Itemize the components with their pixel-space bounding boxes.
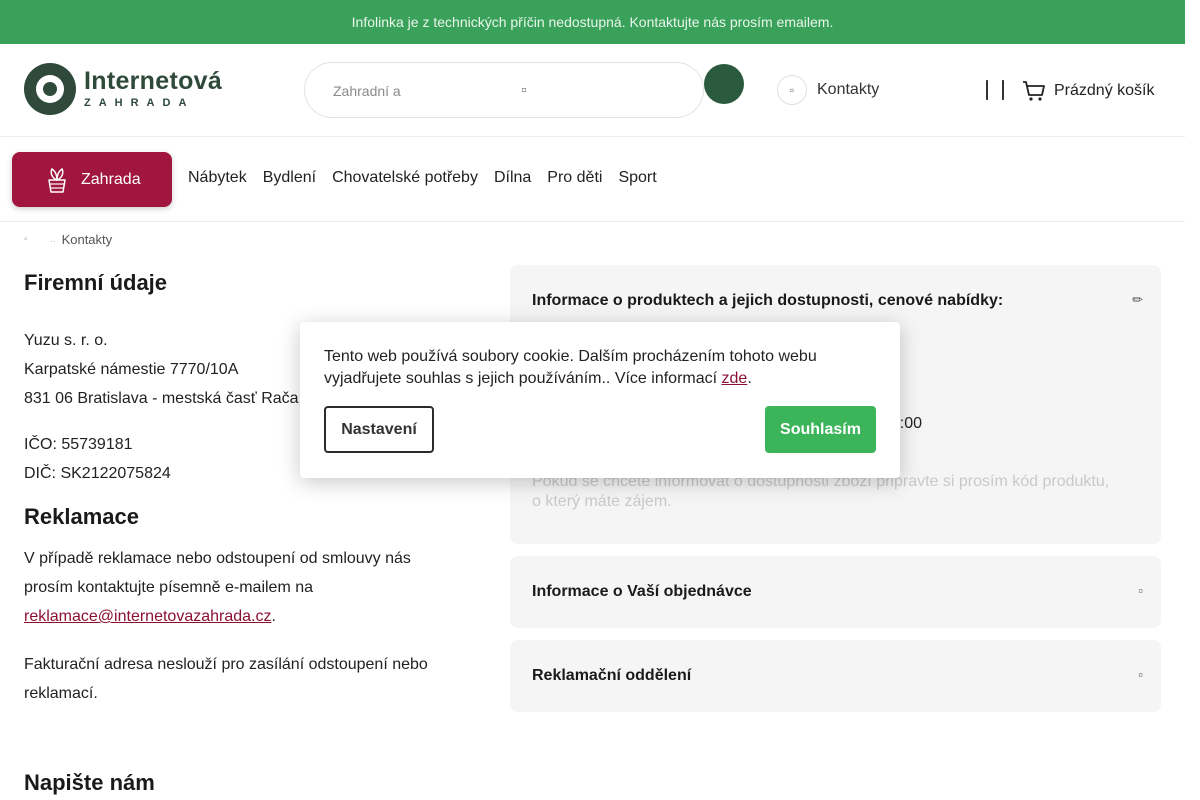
nav-items: Nábytek Bydlení Chovatelské potřeby Díln… — [180, 169, 665, 187]
company-info: Firemní údaje Yuzu s. r. o. Karpatské ná… — [24, 270, 464, 795]
search-button[interactable] — [704, 64, 744, 104]
nav-item-chovatelske-potreby[interactable]: Chovatelské potřeby — [324, 169, 486, 187]
company-ico: IČO: 55739181 — [24, 436, 133, 453]
cart-icon — [1023, 81, 1045, 101]
cookie-banner: Tento web používá soubory cookie. Dalším… — [300, 322, 900, 478]
info-banner-text: Infolinka je z technických příčin nedost… — [351, 14, 834, 30]
company-line: 831 06 Bratislava - mestská časť Rača — [24, 390, 299, 407]
cookie-text-end: . — [747, 370, 752, 387]
cart-label: Prázdný košík — [1054, 82, 1155, 99]
search-box: ▫ — [304, 62, 704, 118]
nav-primary-label: Zahrada — [81, 170, 141, 188]
contact-form-title: Napište nám — [24, 770, 155, 795]
cart-link[interactable]: Prázdný košík — [1022, 78, 1154, 104]
company-line: Karpatské námestie 7770/10A — [24, 361, 239, 378]
billing-note: Fakturační adresa neslouží pro zasílání … — [24, 656, 428, 702]
logo-name: Internetová — [84, 67, 223, 95]
reklamace-text-after: . — [271, 608, 276, 625]
info-banner: Infolinka je z technických příčin nedost… — [0, 0, 1185, 44]
nav-item-nabytek[interactable]: Nábytek — [180, 169, 255, 187]
search-input[interactable] — [333, 81, 503, 101]
cookie-text: Tento web používá soubory cookie. Dalším… — [324, 346, 864, 390]
nav-item-zahrada[interactable]: Zahrada — [12, 152, 172, 207]
accordion-title: Informace o Vaší objednávce — [532, 583, 752, 600]
search-clear-icon[interactable]: ▫ — [517, 80, 531, 102]
site-logo[interactable]: Internetová ZAHRADA — [24, 62, 236, 116]
accordion-note: Pokud se chcete informovat o dostupnosti… — [532, 473, 1110, 510]
reklamace-email-link[interactable]: reklamace@internetovazahrada.cz — [24, 608, 271, 625]
company-ids: IČO: 55739181 DIČ: SK2122075824 — [24, 430, 171, 488]
reklamace-text-before: V případě reklamace nebo odstoupení od s… — [24, 550, 411, 596]
company-title: Firemní údaje — [24, 270, 168, 295]
home-icon[interactable]: ▫ — [24, 234, 36, 246]
contacts-label: Kontakty — [817, 81, 880, 98]
company-address: Yuzu s. r. o. Karpatské námestie 7770/10… — [24, 326, 299, 413]
breadcrumb-current: Kontakty — [61, 232, 113, 247]
site-header: Internetová ZAHRADA ▫ ▫ Kontakty Prázdný… — [0, 44, 1185, 137]
logo-text: Internetová ZAHRADA — [84, 69, 222, 109]
logo-sub: ZAHRADA — [84, 97, 195, 109]
nav-item-pro-deti[interactable]: Pro děti — [539, 169, 610, 187]
cookie-agree-button[interactable]: Souhlasím — [765, 406, 876, 453]
nav-item-bydleni[interactable]: Bydlení — [255, 169, 324, 187]
plant-icon — [48, 167, 66, 193]
cookie-more-link[interactable]: zde — [722, 370, 748, 387]
nav-item-sport[interactable]: Sport — [610, 169, 664, 187]
main-navigation: Zahrada Nábytek Bydlení Chovatelské potř… — [0, 138, 1185, 222]
company-line: Yuzu s. r. o. — [24, 332, 108, 349]
accordion-item-order[interactable]: Informace o Vaší objednávce ▫ — [510, 556, 1161, 628]
breadcrumb: ▫ .. Kontakty — [24, 232, 112, 247]
contacts-link[interactable]: ▫ Kontakty — [777, 74, 879, 106]
chevron-icon: ▫ — [1138, 667, 1143, 682]
logo-mark-icon — [24, 63, 76, 115]
nav-item-dilna[interactable]: Dílna — [486, 169, 539, 187]
accordion-title: Reklamační oddělení — [532, 667, 692, 684]
breadcrumb-separator: .. — [50, 234, 56, 245]
reklamace-text: V případě reklamace nebo odstoupení od s… — [24, 544, 444, 631]
info-icon: ▫ — [777, 75, 807, 105]
accordion-title: Informace o produktech a jejich dostupno… — [532, 292, 1004, 309]
cookie-settings-button[interactable]: Nastavení — [324, 406, 434, 453]
company-dic: DIČ: SK2122075824 — [24, 465, 171, 482]
scrollbar[interactable] — [1185, 0, 1200, 800]
accordion-item-reklamace[interactable]: Reklamační oddělení ▫ — [510, 640, 1161, 712]
chevron-icon: ▫ — [1138, 583, 1143, 598]
pencil-icon: ✏ — [1132, 292, 1143, 307]
reklamace-title: Reklamace — [24, 504, 139, 529]
user-icon[interactable] — [986, 80, 1004, 100]
